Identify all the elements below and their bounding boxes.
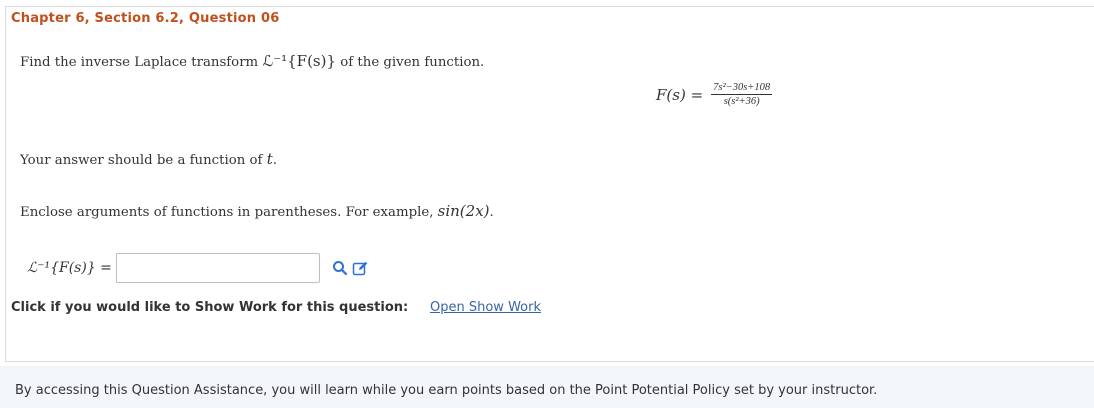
- show-work-label: Click if you would like to Show Work for…: [11, 300, 409, 315]
- note-function-suffix: .: [272, 153, 277, 168]
- note-arguments: Enclose arguments of functions in parent…: [20, 202, 494, 220]
- magnifier-icon[interactable]: [332, 260, 348, 276]
- function-fraction: 7s²−30s+108 s(s²+36): [711, 82, 773, 107]
- prompt-math: ℒ⁻¹{F(s)}: [262, 52, 337, 70]
- assistance-footer: By accessing this Question Assistance, y…: [0, 366, 1094, 408]
- fraction-numerator: 7s²−30s+108: [711, 82, 773, 95]
- note-function-of: Your answer should be a function of t.: [20, 150, 277, 168]
- open-show-work-link[interactable]: Open Show Work: [430, 300, 541, 315]
- edit-icon[interactable]: [352, 260, 368, 276]
- note-args-prefix: Enclose arguments of functions in parent…: [20, 205, 438, 220]
- note-args-suffix: .: [489, 205, 494, 220]
- answer-label: ℒ⁻¹{F(s)} =: [27, 260, 112, 276]
- question-title: Chapter 6, Section 6.2, Question 06: [11, 11, 280, 26]
- answer-row: ℒ⁻¹{F(s)} =: [27, 253, 368, 283]
- prompt-suffix: of the given function.: [336, 55, 485, 70]
- note-function-prefix: Your answer should be a function of: [20, 153, 267, 168]
- function-formula: F(s) = 7s²−30s+108 s(s²+36): [656, 82, 773, 107]
- function-lhs: F(s) =: [656, 85, 704, 104]
- fraction-denominator: s(s²+36): [723, 96, 760, 107]
- note-args-example: sin(2x): [437, 202, 490, 220]
- question-prompt: Find the inverse Laplace transform ℒ⁻¹{F…: [20, 52, 484, 70]
- prompt-text: Find the inverse Laplace transform: [20, 55, 263, 70]
- footer-text: By accessing this Question Assistance, y…: [15, 383, 878, 398]
- answer-input[interactable]: [115, 253, 320, 283]
